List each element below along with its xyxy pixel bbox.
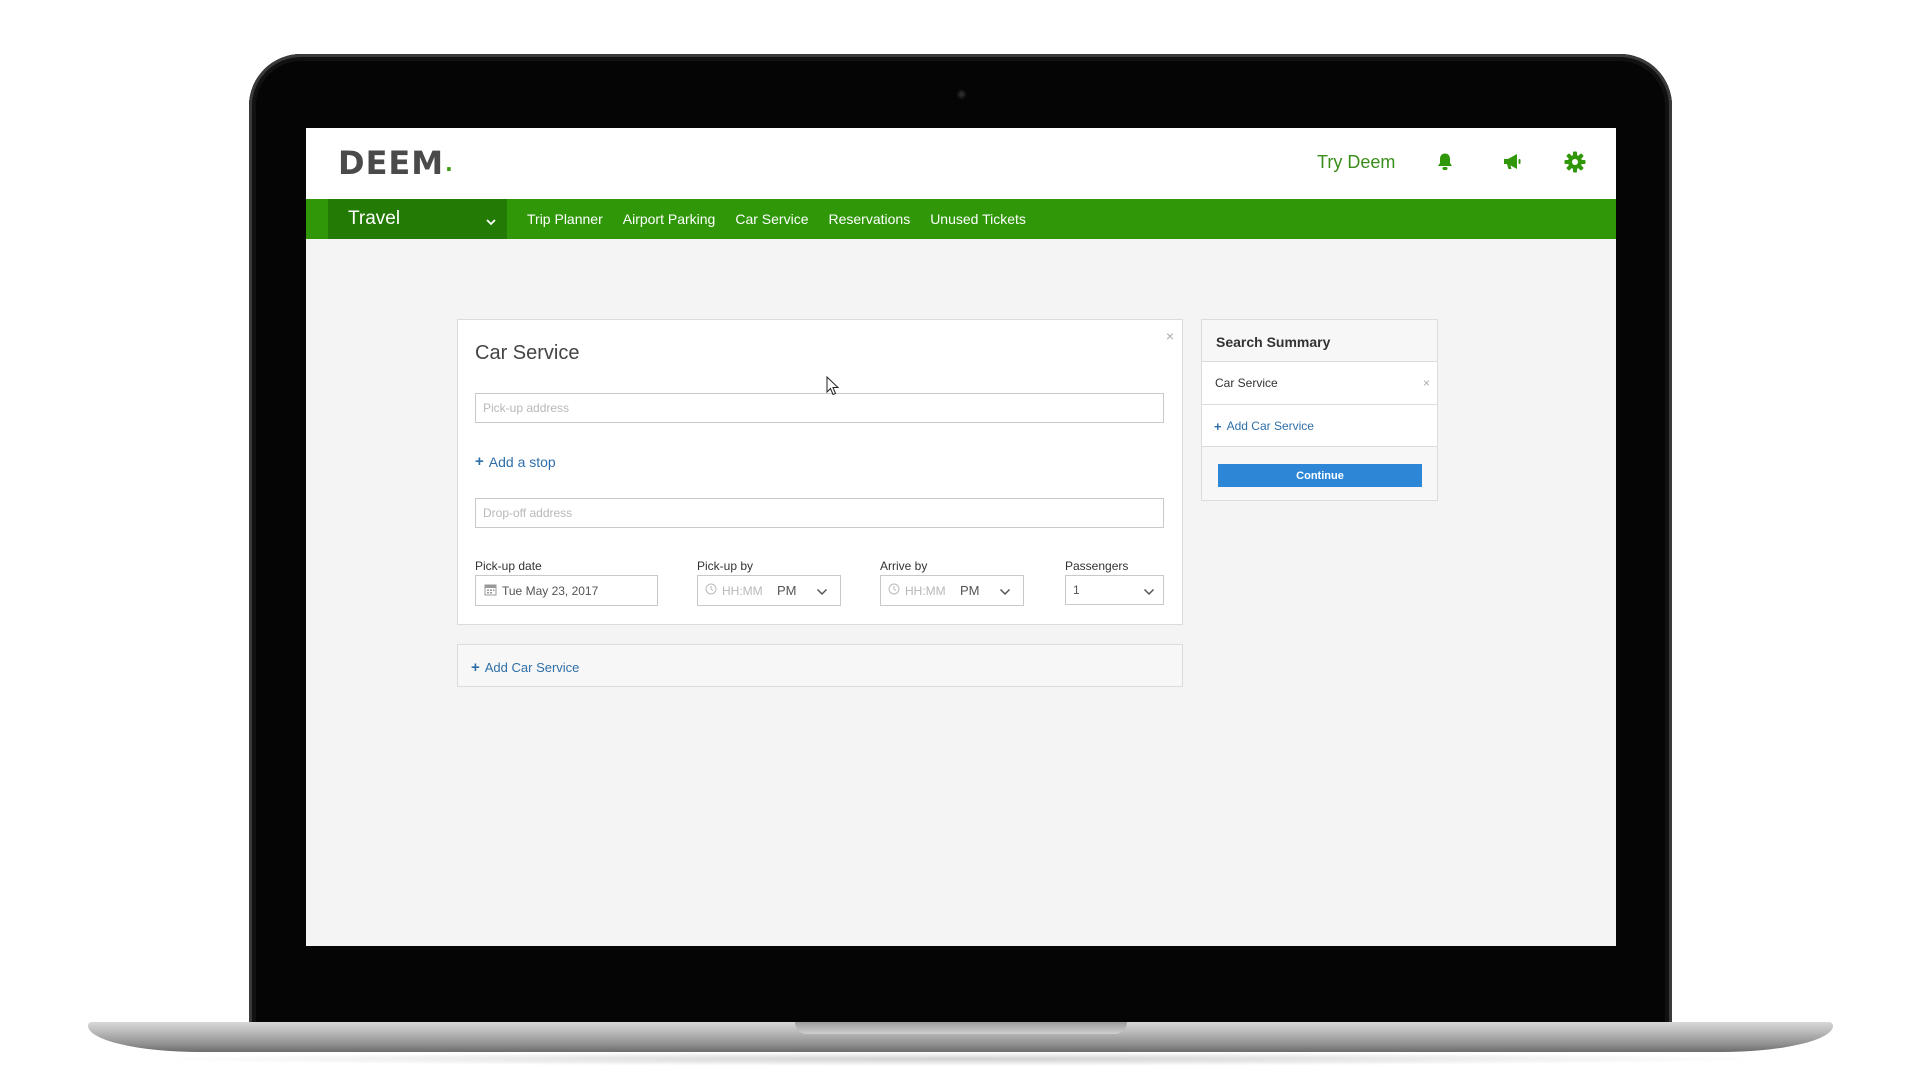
pickup-address-input[interactable] — [475, 393, 1164, 423]
chevron-down-icon — [816, 586, 828, 600]
arrive-by-time: HH:MM — [905, 583, 946, 598]
remove-icon[interactable]: × — [1423, 376, 1430, 390]
nav-reservations[interactable]: Reservations — [828, 211, 910, 227]
app-screen: DEEM. Try Deem Travel Trip Planner Airpo… — [306, 128, 1616, 946]
plus-icon: + — [1214, 419, 1222, 434]
summary-title: Search Summary — [1202, 320, 1437, 362]
chevron-down-icon — [999, 586, 1011, 600]
passengers-select[interactable]: 1 — [1065, 575, 1164, 605]
logo-text: DEEM — [338, 144, 445, 182]
card-title: Car Service — [475, 342, 580, 364]
add-car-service-label: Add Car Service — [484, 660, 580, 675]
chevron-down-icon — [485, 212, 497, 234]
nav-car-service[interactable]: Car Service — [735, 211, 808, 227]
passengers-value: 1 — [1073, 583, 1080, 597]
nav-airport-parking[interactable]: Airport Parking — [623, 211, 716, 227]
calendar-icon — [484, 583, 497, 599]
logo-dot: . — [445, 152, 454, 176]
add-stop-label: Add a stop — [488, 453, 556, 470]
megaphone-icon[interactable] — [1501, 150, 1523, 174]
summary-item: Car Service × — [1202, 362, 1437, 405]
travel-dropdown[interactable]: Travel — [328, 199, 507, 239]
add-stop-link[interactable]: + Add a stop — [475, 453, 556, 470]
clock-icon — [888, 583, 900, 598]
nav-trip-planner[interactable]: Trip Planner — [527, 211, 603, 227]
bell-icon[interactable] — [1434, 150, 1456, 174]
nav-unused-tickets[interactable]: Unused Tickets — [930, 211, 1026, 227]
car-service-card: Car Service × + Add a stop Pick-up date … — [457, 319, 1183, 625]
deem-logo[interactable]: DEEM. — [338, 144, 454, 182]
laptop-shadow — [140, 1052, 1780, 1066]
travel-dropdown-label: Travel — [348, 208, 401, 229]
arrive-by-label: Arrive by — [880, 559, 928, 573]
pickup-by-ampm: PM — [777, 583, 797, 598]
chevron-down-icon — [1143, 586, 1155, 600]
nav-links: Trip Planner Airport Parking Car Service… — [527, 199, 1046, 239]
plus-icon: + — [471, 659, 480, 676]
laptop-mockup: DEEM. Try Deem Travel Trip Planner Airpo… — [0, 0, 1920, 1080]
summary-item-label: Car Service — [1215, 376, 1278, 390]
laptop-camera — [957, 90, 966, 99]
pickup-date-field[interactable]: Tue May 23, 2017 — [475, 575, 658, 606]
dropoff-address-input[interactable] — [475, 498, 1164, 528]
pickup-date-label: Pick-up date — [475, 559, 542, 573]
continue-button[interactable]: Continue — [1218, 464, 1422, 487]
arrive-by-ampm: PM — [960, 583, 980, 598]
summary-add-label: Add Car Service — [1226, 419, 1314, 433]
pickup-by-time: HH:MM — [722, 583, 763, 598]
passengers-label: Passengers — [1065, 559, 1129, 573]
arrive-by-field[interactable]: HH:MM PM — [880, 575, 1024, 606]
pickup-by-label: Pick-up by — [697, 559, 754, 573]
mouse-cursor-icon — [826, 375, 840, 401]
try-deem-link[interactable]: Try Deem — [1317, 152, 1395, 173]
gear-icon[interactable] — [1564, 150, 1586, 174]
add-car-service-link[interactable]: + Add Car Service — [471, 659, 579, 676]
clock-icon — [705, 583, 717, 598]
pickup-date-value: Tue May 23, 2017 — [502, 583, 599, 598]
plus-icon: + — [475, 453, 484, 470]
top-bar: DEEM. Try Deem — [306, 128, 1616, 199]
main-nav: Travel Trip Planner Airport Parking Car … — [306, 199, 1616, 239]
laptop-notch — [795, 1022, 1127, 1034]
pickup-by-field[interactable]: HH:MM PM — [697, 575, 841, 606]
search-summary: Search Summary Car Service × + Add Car S… — [1201, 319, 1438, 501]
summary-add-car-service[interactable]: + Add Car Service — [1202, 405, 1437, 447]
close-icon[interactable]: × — [1166, 328, 1174, 344]
add-car-service-panel: + Add Car Service — [457, 644, 1183, 687]
